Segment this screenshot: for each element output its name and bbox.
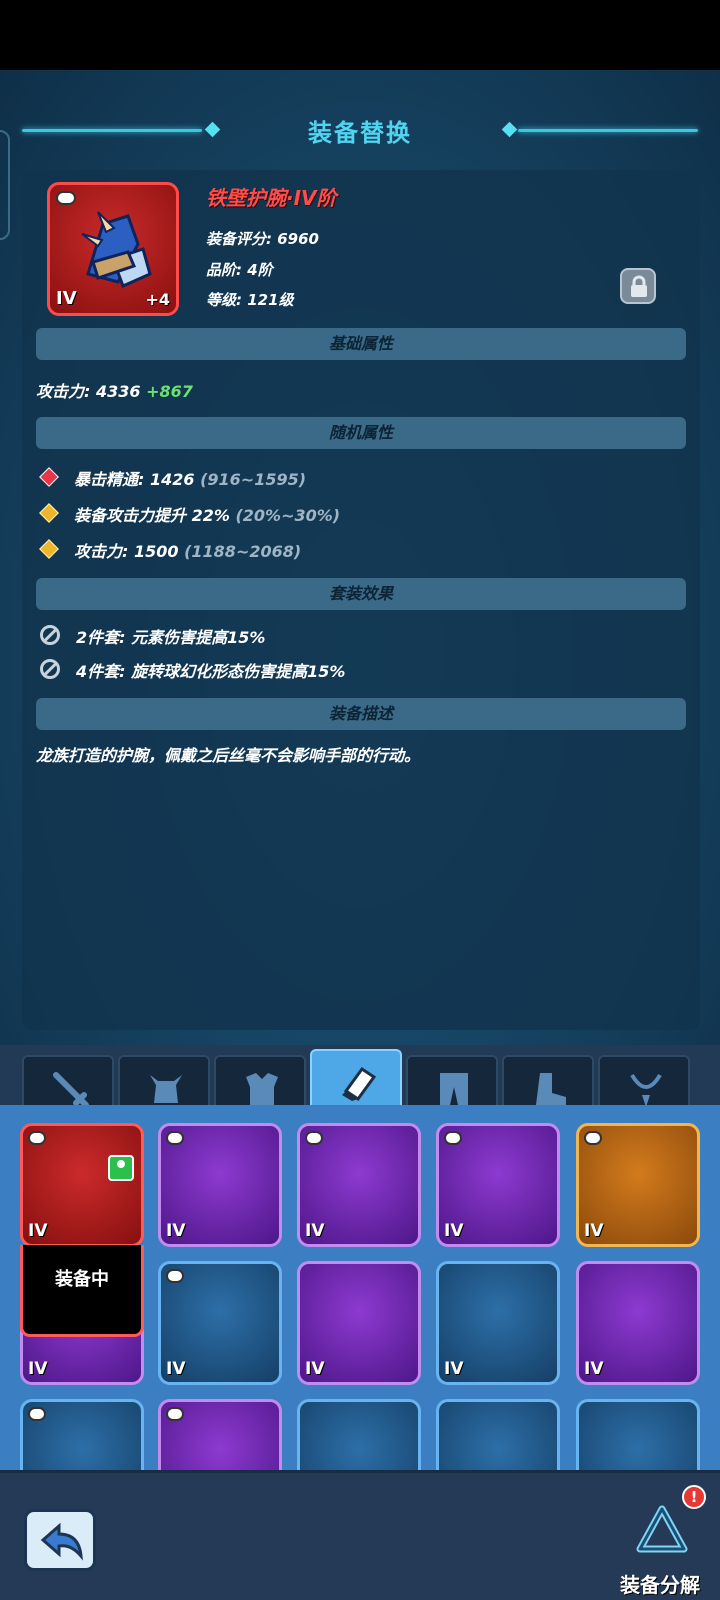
slot-tier: IV bbox=[584, 1359, 604, 1379]
item-plus-level: +4 bbox=[145, 290, 170, 309]
slot-tier: IV bbox=[166, 1221, 186, 1241]
red-gem-icon bbox=[39, 467, 59, 487]
inventory-slot[interactable]: IV bbox=[297, 1261, 421, 1385]
necklace-icon bbox=[630, 1073, 662, 1107]
slot-tier: IV bbox=[28, 1221, 48, 1241]
inventory-slot[interactable] bbox=[436, 1399, 560, 1470]
random-attr-label: 攻击力: 1500 bbox=[74, 542, 179, 561]
alert-badge: ! bbox=[682, 1485, 706, 1509]
inventory-slot[interactable]: IV bbox=[576, 1123, 700, 1247]
item-quality: 品阶: 4阶 bbox=[206, 261, 273, 279]
item-score: 装备评分: 6960 bbox=[206, 230, 319, 248]
inventory-slot[interactable]: IV bbox=[158, 1261, 282, 1385]
base-attack: 攻击力: 4336 +867 bbox=[36, 378, 193, 402]
gold-gem-icon bbox=[39, 503, 59, 523]
item-detail-card: IV +4 铁壁护腕·IV阶 装备评分: 6960 品阶: 4阶 等级: 121… bbox=[22, 170, 700, 1030]
equipped-label: 装备中 bbox=[55, 1269, 109, 1290]
ban-icon bbox=[40, 659, 60, 679]
slot-tier: IV bbox=[166, 1359, 186, 1379]
slot-tier: IV bbox=[28, 1359, 48, 1379]
item-icon: IV +4 bbox=[47, 182, 179, 316]
random-attr-label: 暴击精通: 1426 bbox=[74, 470, 195, 489]
equipped-user-icon bbox=[108, 1155, 134, 1181]
set-badge-icon bbox=[166, 1269, 184, 1283]
random-attr-label: 装备攻击力提升 22% bbox=[74, 506, 230, 525]
item-name: 铁壁护腕·IV阶 bbox=[206, 186, 337, 210]
title-line-right bbox=[518, 129, 698, 132]
bracer-icon bbox=[342, 1066, 377, 1102]
slot-tier: IV bbox=[305, 1359, 325, 1379]
item-description: 龙族打造的护腕，佩戴之后丝毫不会影响手部的行动。 bbox=[36, 746, 421, 765]
lock-icon bbox=[631, 275, 647, 297]
section-random-attrs: 随机属性 bbox=[36, 417, 686, 449]
random-attr-row: 攻击力: 1500 (1188~2068) bbox=[74, 538, 301, 562]
title-row: 装备替换 bbox=[0, 105, 720, 155]
set-badge-icon bbox=[28, 1407, 46, 1421]
item-tier-badge: IV bbox=[56, 288, 77, 309]
set-badge-icon bbox=[166, 1131, 184, 1145]
helmet-icon bbox=[150, 1075, 182, 1103]
pants-icon bbox=[440, 1073, 468, 1105]
inventory-slot[interactable]: IV bbox=[158, 1123, 282, 1247]
set-effect-label: 2件套: 元素伤害提高15% bbox=[76, 628, 266, 647]
sword-icon bbox=[53, 1072, 89, 1108]
back-button[interactable] bbox=[24, 1509, 96, 1571]
armor-icon bbox=[246, 1073, 278, 1105]
inventory-slot[interactable] bbox=[20, 1399, 144, 1470]
bottom-bar: ! 装备分解 bbox=[0, 1470, 720, 1600]
bracer-icon bbox=[81, 211, 152, 289]
lock-button[interactable] bbox=[620, 268, 656, 304]
slot-tier: IV bbox=[305, 1221, 325, 1241]
decompose-button[interactable]: 装备分解 bbox=[600, 1569, 720, 1598]
base-attack-label: 攻击力: 4336 bbox=[36, 382, 141, 401]
inventory-slot[interactable]: IV bbox=[436, 1123, 560, 1247]
set-effect-label: 4件套: 旋转球幻化形态伤害提高15% bbox=[76, 662, 346, 681]
inventory-slot[interactable] bbox=[297, 1399, 421, 1470]
random-attr-row: 暴击精通: 1426 (916~1595) bbox=[74, 466, 306, 490]
set-badge-icon bbox=[56, 191, 76, 205]
set-badge-icon bbox=[444, 1131, 462, 1145]
recycle-icon[interactable] bbox=[632, 1503, 692, 1563]
gold-gem-icon bbox=[39, 539, 59, 559]
tab-bracer[interactable] bbox=[310, 1049, 402, 1113]
inventory-slot[interactable]: IV bbox=[297, 1123, 421, 1247]
set-badge-icon bbox=[584, 1131, 602, 1145]
base-attack-bonus: +867 bbox=[146, 382, 193, 401]
category-tabs bbox=[0, 1045, 720, 1113]
inventory-slot[interactable] bbox=[576, 1399, 700, 1470]
slot-tier: IV bbox=[584, 1221, 604, 1241]
inventory-slot[interactable] bbox=[158, 1399, 282, 1470]
equipped-indicator: 装备中 bbox=[20, 1245, 144, 1337]
inventory-slot-equipped[interactable]: IV bbox=[20, 1123, 144, 1247]
inventory-slot[interactable]: IV bbox=[436, 1261, 560, 1385]
inventory-slot[interactable]: IV bbox=[576, 1261, 700, 1385]
back-arrow-icon bbox=[40, 1522, 83, 1561]
boots-icon bbox=[536, 1073, 566, 1105]
section-description: 装备描述 bbox=[36, 698, 686, 730]
slot-tier: IV bbox=[444, 1221, 464, 1241]
random-attr-range: (20%~30%) bbox=[235, 506, 341, 525]
section-base-attrs: 基础属性 bbox=[36, 328, 686, 360]
set-badge-icon bbox=[305, 1131, 323, 1145]
set-badge-icon bbox=[28, 1131, 46, 1145]
status-bar bbox=[0, 0, 720, 70]
set-badge-icon bbox=[166, 1407, 184, 1421]
random-attr-range: (916~1595) bbox=[200, 470, 307, 489]
random-attr-range: (1188~2068) bbox=[184, 542, 302, 561]
random-attr-row: 装备攻击力提升 22% (20%~30%) bbox=[74, 502, 340, 526]
slot-tier: IV bbox=[444, 1359, 464, 1379]
section-set-effects: 套装效果 bbox=[36, 578, 686, 610]
ban-icon bbox=[40, 625, 60, 645]
item-level: 等级: 121级 bbox=[206, 291, 294, 309]
